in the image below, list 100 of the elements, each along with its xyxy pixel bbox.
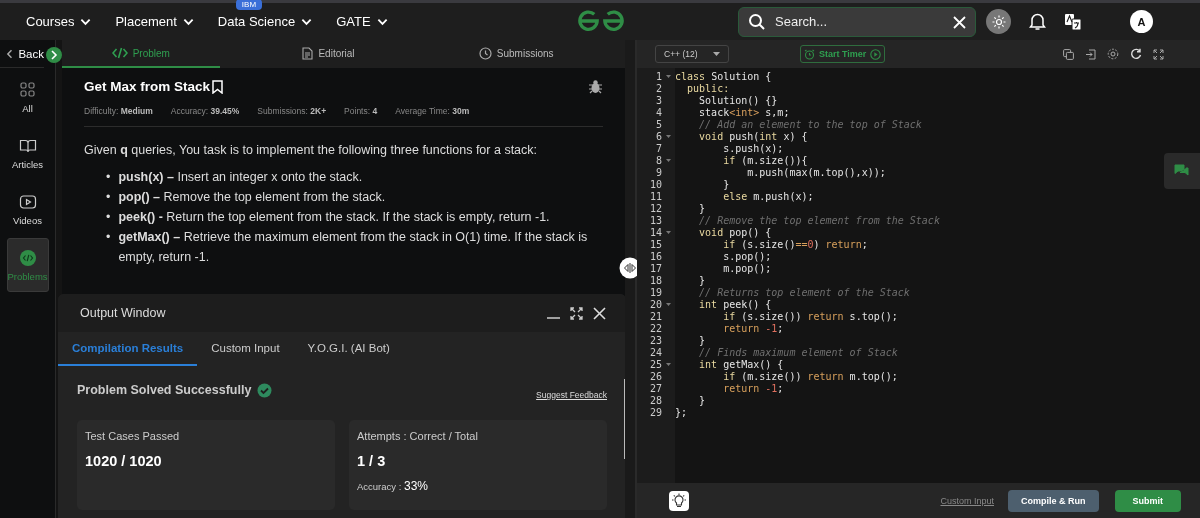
expand-icon[interactable]	[570, 306, 583, 320]
problem-stat: Accuracy: 39.45%	[170, 106, 240, 116]
logo[interactable]	[577, 10, 625, 32]
start-timer-button[interactable]: Start Timer	[800, 45, 886, 63]
hint-button[interactable]	[669, 490, 689, 511]
copy-icon[interactable]	[1063, 48, 1074, 60]
code-line: void push(int x) {	[698, 130, 808, 142]
nav-menu[interactable]: Courses	[26, 14, 92, 29]
problem-stat: Difficulty: Medium	[84, 106, 153, 116]
reset-icon[interactable]	[1130, 48, 1142, 60]
nav-menu[interactable]: Placement	[115, 14, 194, 29]
chat-button[interactable]	[1164, 153, 1200, 189]
fold-icon[interactable]	[666, 158, 671, 162]
import-icon[interactable]	[1085, 48, 1096, 60]
code-line: // Add an element to the top of Stack	[698, 118, 922, 130]
accuracy-label: Accuracy :	[357, 481, 402, 492]
sidebar-item[interactable]: All	[6, 70, 49, 124]
code-line: }	[698, 334, 706, 346]
custom-input-link[interactable]: Custom Input	[940, 495, 994, 506]
clock-icon	[478, 46, 492, 60]
card-label: Test Cases Passed	[85, 430, 180, 442]
code-line: if (m.size()){	[722, 154, 808, 166]
function-description: pop() – Remove the top element from the stack.	[118, 189, 387, 206]
bullet-marker: •	[106, 209, 111, 226]
fold-icon[interactable]	[666, 74, 671, 78]
bookmark-icon[interactable]	[212, 79, 224, 94]
fullscreen-icon[interactable]	[1153, 48, 1164, 60]
submit-button[interactable]: Submit	[1114, 489, 1181, 512]
tab[interactable]: Editorial	[249, 40, 408, 68]
translate-icon[interactable]	[1064, 12, 1082, 31]
line-number: 1	[654, 70, 662, 82]
line-number: 25	[648, 358, 662, 370]
line-number: 26	[648, 370, 662, 382]
check-circle-icon	[257, 382, 273, 398]
fold-icon[interactable]	[666, 362, 671, 366]
problem-stat: Submissions: 2K+	[257, 106, 327, 116]
video-icon	[18, 192, 37, 211]
settings-icon[interactable]	[1107, 48, 1119, 60]
line-number: 21	[648, 310, 662, 322]
function-description: peek() - Return the top element from the stack. If the stack is empty, return -1.	[118, 209, 551, 226]
line-number: 5	[654, 118, 662, 130]
code-line: class Solution {	[675, 70, 772, 82]
fold-icon[interactable]	[666, 230, 671, 234]
line-number: 27	[648, 382, 662, 394]
alarm-clock-icon	[804, 48, 815, 60]
avatar[interactable]: A	[1130, 10, 1153, 33]
problem-stat: Average Time: 30m	[395, 106, 470, 116]
nav-badge: IBM	[235, 0, 263, 10]
problem-stat: Points: 4	[344, 106, 378, 116]
chevron-right-icon	[50, 50, 58, 60]
back-button[interactable]: Back	[0, 40, 44, 68]
code-line: void pop() {	[698, 226, 772, 238]
sidebar-item[interactable]: Videos	[6, 182, 49, 236]
code-line: public:	[686, 82, 730, 94]
close-icon[interactable]	[593, 306, 606, 320]
chevron-down-icon	[376, 17, 388, 26]
function-description: push(x) – Insert an integer x onto the stack.	[118, 169, 364, 186]
code-line: if (m.size()) return m.top();	[722, 370, 898, 382]
bell-icon[interactable]	[1029, 12, 1046, 31]
line-number: 3	[654, 94, 662, 106]
bullet-marker: •	[106, 229, 111, 246]
line-number: 19	[648, 286, 662, 298]
window-title: Output Window	[80, 306, 166, 320]
search-field[interactable]: Search...	[738, 6, 976, 37]
problem-description: Given q queries, You task is to implement the following three functions for a stack:	[84, 143, 539, 157]
fold-icon[interactable]	[666, 134, 671, 138]
code-line: // Finds maximum element of Stack	[698, 346, 898, 358]
sidebar-item[interactable]: Articles	[6, 126, 49, 180]
grid-icon	[18, 80, 37, 99]
sidebar-item[interactable]: Problems	[6, 238, 49, 292]
line-number: 4	[654, 106, 662, 118]
chevron-left-icon	[6, 48, 13, 59]
expand-button[interactable]	[46, 47, 62, 63]
fold-icon[interactable]	[666, 302, 671, 306]
chevron-down-icon	[80, 17, 92, 26]
line-number: 8	[654, 154, 662, 166]
code-icon	[111, 47, 128, 59]
tab[interactable]: Submissions	[437, 40, 595, 68]
bug-icon[interactable]	[588, 79, 603, 94]
code-line: stack<int> s,m;	[698, 106, 790, 118]
card-value: 1 / 3	[357, 453, 386, 469]
language-dropdown[interactable]: C++ (12)	[655, 45, 729, 63]
function-description: getMax() – Retrieve the maximum element from the stack in O(1) time. If the stack is empty, return -1.	[118, 229, 589, 266]
feedback-link[interactable]: Suggest Feedback	[536, 390, 607, 400]
code-line: // Remove the top element from the Stack	[698, 214, 940, 226]
code-icon	[18, 248, 37, 267]
compile-run-button[interactable]: Compile & Run	[1008, 489, 1099, 512]
theme-toggle-button[interactable]	[986, 9, 1011, 34]
result-status: Problem Solved Successfully	[77, 383, 252, 397]
tab[interactable]: Compilation Results	[58, 332, 198, 366]
tab[interactable]: Problem	[62, 40, 220, 68]
line-number: 23	[648, 334, 662, 346]
line-number: 10	[648, 178, 662, 190]
line-number: 13	[648, 214, 662, 226]
code-line: if (s.size()) return s.top();	[722, 310, 898, 322]
nav-menu[interactable]: GATE	[336, 14, 388, 29]
tab[interactable]: Custom Input	[197, 332, 294, 366]
tab[interactable]: Y.O.G.I. (AI Bot)	[293, 332, 404, 366]
code-line: int peek() {	[698, 298, 772, 310]
sun-icon	[991, 14, 1006, 29]
